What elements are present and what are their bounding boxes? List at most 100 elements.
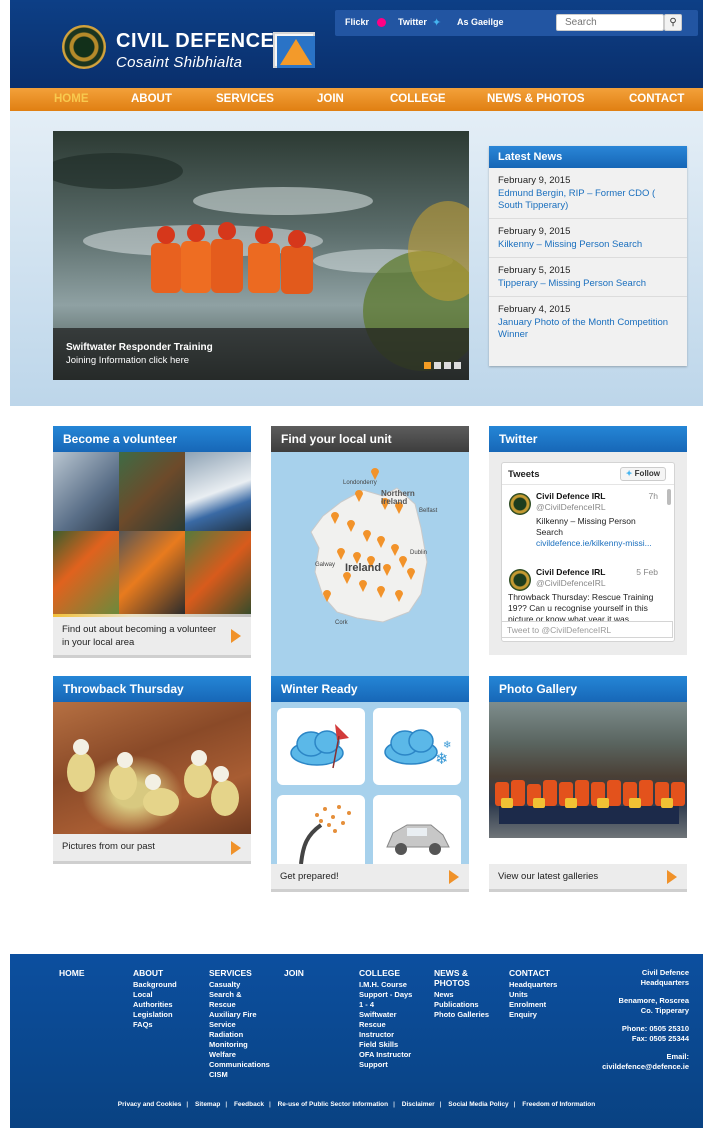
volunteer-card[interactable]: Become a volunteer Find out about becomi… (53, 426, 251, 658)
footer-link[interactable]: Rescue (209, 1000, 281, 1010)
tweet-author[interactable]: Civil Defence IRL (536, 491, 605, 501)
flickr-icon[interactable] (377, 18, 386, 27)
footer-link[interactable]: 1 - 4 (359, 1000, 429, 1010)
snow-cloud-icon[interactable]: ❄ ❄ (373, 708, 461, 785)
tweet-author[interactable]: Civil Defence IRL (536, 567, 605, 577)
footer-link[interactable]: Instructor (359, 1030, 429, 1040)
throwback-card-title[interactable]: Throwback Thursday (53, 676, 251, 702)
civil-defence-logo-icon[interactable] (273, 32, 315, 68)
hero-caption-link[interactable]: Joining Information click here (66, 355, 189, 366)
photo-gallery-card[interactable]: Photo Gallery View our latest galleries (489, 676, 687, 892)
volunteer-card-title[interactable]: Become a volunteer (53, 426, 251, 452)
footer-link[interactable]: Field Skills (359, 1040, 429, 1050)
footer-link[interactable]: News (434, 990, 498, 1000)
flickr-link[interactable]: Flickr (345, 17, 369, 27)
local-unit-card[interactable]: Find your local unit Londonderry Norther… (271, 426, 469, 681)
footer-link[interactable]: Rescue (359, 1020, 429, 1030)
tweet-handle[interactable]: @CivilDefenceIRL (536, 578, 660, 589)
footer-heading[interactable]: COLLEGE (359, 968, 429, 978)
tweet-link[interactable]: civildefence.ie/kilkenny-missi... (536, 538, 660, 549)
nav-home[interactable]: HOME (54, 93, 89, 105)
nav-contact[interactable]: CONTACT (629, 93, 684, 105)
footer-link[interactable]: Support (359, 1060, 429, 1070)
footer-link[interactable]: Publications (434, 1000, 498, 1010)
tweet-time[interactable]: 5 Feb (636, 567, 658, 578)
footer-link[interactable]: Search & (209, 990, 281, 1000)
footer-legal-link[interactable]: Privacy and Cookies (118, 1101, 182, 1108)
footer-link[interactable]: Local (133, 990, 203, 1000)
footer-link[interactable]: Background (133, 980, 203, 990)
search-icon[interactable]: ⚲ (664, 14, 682, 31)
footer-link[interactable]: Monitoring (209, 1040, 281, 1050)
footer-link[interactable]: Units (509, 990, 573, 1000)
slider-dot[interactable] (454, 362, 461, 369)
windy-tree-icon[interactable] (277, 795, 365, 865)
footer-legal-link[interactable]: Freedom of Information (522, 1101, 595, 1108)
news-link[interactable]: January Photo of the Month Competition W… (498, 317, 678, 341)
footer-legal-link[interactable]: Sitemap (195, 1101, 220, 1108)
footer-link[interactable]: Auxiliary Fire (209, 1010, 281, 1020)
volunteer-card-footer[interactable]: Find out about becoming a volunteer in y… (53, 617, 251, 658)
site-title[interactable]: CIVIL DEFENCE (116, 30, 274, 53)
slider-dot[interactable] (434, 362, 441, 369)
footer-email[interactable]: civildefence@defence.ie (602, 1062, 689, 1072)
nav-college[interactable]: COLLEGE (390, 93, 446, 105)
footer-heading[interactable]: SERVICES (209, 968, 281, 978)
tweet-handle[interactable]: @CivilDefenceIRL (536, 502, 660, 513)
footer-legal-link[interactable]: Social Media Policy (448, 1101, 508, 1108)
footer-link[interactable]: Radiation (209, 1030, 281, 1040)
footer-link[interactable]: Enquiry (509, 1010, 573, 1020)
winter-ready-card-title[interactable]: Winter Ready (271, 676, 469, 702)
footer-link[interactable]: Photo Galleries (434, 1010, 498, 1020)
footer-heading[interactable]: ABOUT (133, 968, 203, 978)
footer-link[interactable]: Service (209, 1020, 281, 1030)
footer-link[interactable]: OFA Instructor (359, 1050, 429, 1060)
news-link[interactable]: Kilkenny – Missing Person Search (498, 239, 678, 251)
nav-join[interactable]: JOIN (317, 93, 344, 105)
footer-link[interactable]: FAQs (133, 1020, 203, 1030)
footer-legal-link[interactable]: Re-use of Public Sector Information (278, 1101, 389, 1108)
tweet[interactable]: Civil Defence IRL @CivilDefenceIRL 7h Ki… (502, 485, 674, 553)
footer-link[interactable]: Communications (209, 1060, 281, 1070)
nav-about[interactable]: ABOUT (131, 93, 172, 105)
footer-legal-link[interactable]: Feedback (234, 1101, 264, 1108)
winter-ready-card[interactable]: Winter Ready ❄ ❄ Get prepared! (271, 676, 469, 892)
nav-services[interactable]: SERVICES (216, 93, 274, 105)
search-input[interactable] (557, 15, 663, 30)
news-link[interactable]: Edmund Bergin, RIP – Former CDO ( South … (498, 188, 678, 212)
footer-link[interactable]: I.M.H. Course (359, 980, 429, 990)
nav-news-photos[interactable]: NEWS & PHOTOS (487, 93, 585, 105)
footer-link[interactable]: Welfare (209, 1050, 281, 1060)
footer-heading[interactable]: CONTACT (509, 968, 573, 978)
twitter-bird-icon[interactable]: ✦ (432, 16, 441, 29)
footer-link[interactable]: Authorities (133, 1000, 203, 1010)
twitter-link[interactable]: Twitter (398, 17, 427, 27)
throwback-card[interactable]: Throwback Thursday Pictures from our pas… (53, 676, 251, 864)
tweet-to-input[interactable]: Tweet to @CivilDefenceIRL (501, 621, 673, 638)
footer-heading[interactable]: NEWS & PHOTOS (434, 968, 498, 988)
news-link[interactable]: Tipperary – Missing Person Search (498, 278, 678, 290)
twitter-card-title[interactable]: Twitter (489, 426, 687, 452)
slider-dot[interactable] (444, 362, 451, 369)
footer-link[interactable]: Swiftwater (359, 1010, 429, 1020)
tweet-time[interactable]: 7h (649, 491, 658, 502)
footer-heading[interactable]: JOIN (284, 968, 304, 978)
rain-cloud-icon[interactable] (277, 708, 365, 785)
footer-link[interactable]: Headquarters (509, 980, 573, 990)
throwback-card-footer[interactable]: Pictures from our past (53, 834, 251, 864)
arrow-right-icon[interactable] (667, 870, 677, 884)
winter-ready-card-footer[interactable]: Get prepared! (271, 864, 469, 892)
footer-link[interactable]: Legislation (133, 1010, 203, 1020)
footer-link[interactable]: Support - Days (359, 990, 429, 1000)
photo-gallery-card-title[interactable]: Photo Gallery (489, 676, 687, 702)
twitter-timeline[interactable]: Tweets ✦ Follow Civil Defence IRL @Civil… (501, 462, 675, 642)
slider-dot[interactable] (424, 362, 431, 369)
as-gaeilge-link[interactable]: As Gaeilge (457, 17, 504, 27)
car-icon[interactable] (373, 795, 461, 864)
photo-gallery-card-footer[interactable]: View our latest galleries (489, 864, 687, 892)
footer-link[interactable]: Casualty (209, 980, 281, 990)
footer-legal-link[interactable]: Disclaimer (402, 1101, 435, 1108)
follow-button[interactable]: ✦ Follow (619, 467, 666, 481)
arrow-right-icon[interactable] (231, 629, 241, 643)
arrow-right-icon[interactable] (449, 870, 459, 884)
